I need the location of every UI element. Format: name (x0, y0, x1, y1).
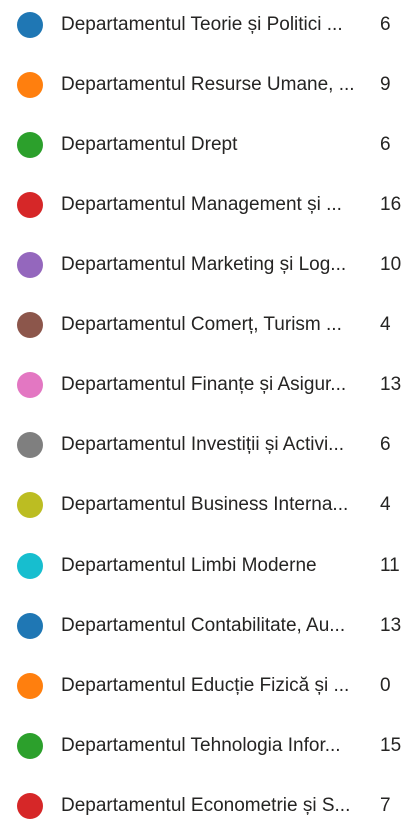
legend-item-label: Departamentul Limbi Moderne (61, 555, 317, 576)
series-color-dot (17, 793, 43, 819)
legend-list: Departamentul Teorie și Politici ... 6 D… (0, 0, 408, 821)
legend-item-label: Departamentul Educție Fizică și ... (61, 675, 350, 696)
legend-item[interactable]: Departamentul Drept 6 (0, 125, 408, 165)
legend-item[interactable]: Departamentul Contabilitate, Au... 13 (0, 606, 408, 646)
series-color-dot (17, 613, 43, 639)
legend-item-label: Departamentul Investiții și Activi... (61, 434, 344, 455)
series-color-dot (17, 72, 43, 98)
legend-item[interactable]: Departamentul Finanțe și Asigur... 13 (0, 365, 408, 405)
legend-item-count: 15 (380, 735, 402, 756)
legend-item-count: 13 (380, 374, 402, 395)
legend-item[interactable]: Departamentul Resurse Umane, ... 9 (0, 65, 408, 105)
legend-item-label: Departamentul Teorie și Politici ... (61, 14, 343, 35)
series-color-dot (17, 432, 43, 458)
legend-item[interactable]: Departamentul Marketing și Log... 10 (0, 245, 408, 285)
legend-item[interactable]: Departamentul Tehnologia Infor... 15 (0, 726, 408, 766)
legend-item-count: 6 (380, 14, 391, 35)
legend-item-count: 6 (380, 134, 391, 155)
legend-item[interactable]: Departamentul Investiții și Activi... 6 (0, 425, 408, 465)
legend-item-count: 4 (380, 494, 391, 515)
legend-item[interactable]: Departamentul Business Interna... 4 (0, 485, 408, 525)
series-color-dot (17, 252, 43, 278)
legend-item[interactable]: Departamentul Econometrie și S... 7 (0, 786, 408, 826)
series-color-dot (17, 312, 43, 338)
legend-item-count: 10 (380, 254, 402, 275)
series-color-dot (17, 673, 43, 699)
series-color-dot (17, 492, 43, 518)
legend-item[interactable]: Departamentul Teorie și Politici ... 6 (0, 5, 408, 45)
legend-item-label: Departamentul Finanțe și Asigur... (61, 374, 347, 395)
legend-item-label: Departamentul Business Interna... (61, 494, 349, 515)
legend-item-label: Departamentul Drept (61, 134, 238, 155)
legend-item-label: Departamentul Comerț, Turism ... (61, 314, 342, 335)
legend-item-count: 16 (380, 194, 402, 215)
legend-item-label: Departamentul Marketing și Log... (61, 254, 347, 275)
legend-item[interactable]: Departamentul Comerț, Turism ... 4 (0, 305, 408, 345)
series-color-dot (17, 553, 43, 579)
series-color-dot (17, 132, 43, 158)
legend-item-label: Departamentul Management și ... (61, 194, 342, 215)
legend-item[interactable]: Departamentul Educție Fizică și ... 0 (0, 666, 408, 706)
legend-item[interactable]: Departamentul Management și ... 16 (0, 185, 408, 225)
legend-item-label: Departamentul Contabilitate, Au... (61, 615, 346, 636)
legend-item[interactable]: Departamentul Limbi Moderne 11 (0, 546, 408, 586)
series-color-dot (17, 372, 43, 398)
legend-item-label: Departamentul Resurse Umane, ... (61, 74, 355, 95)
legend-item-label: Departamentul Tehnologia Infor... (61, 735, 341, 756)
legend-item-count: 7 (380, 795, 391, 816)
legend-item-count: 0 (380, 675, 391, 696)
legend-item-count: 4 (380, 314, 391, 335)
legend-item-count: 11 (380, 555, 400, 576)
legend-item-count: 6 (380, 434, 391, 455)
series-color-dot (17, 12, 43, 38)
series-color-dot (17, 733, 43, 759)
legend-item-count: 9 (380, 74, 391, 95)
series-color-dot (17, 192, 43, 218)
legend-item-count: 13 (380, 615, 402, 636)
legend-item-label: Departamentul Econometrie și S... (61, 795, 351, 816)
